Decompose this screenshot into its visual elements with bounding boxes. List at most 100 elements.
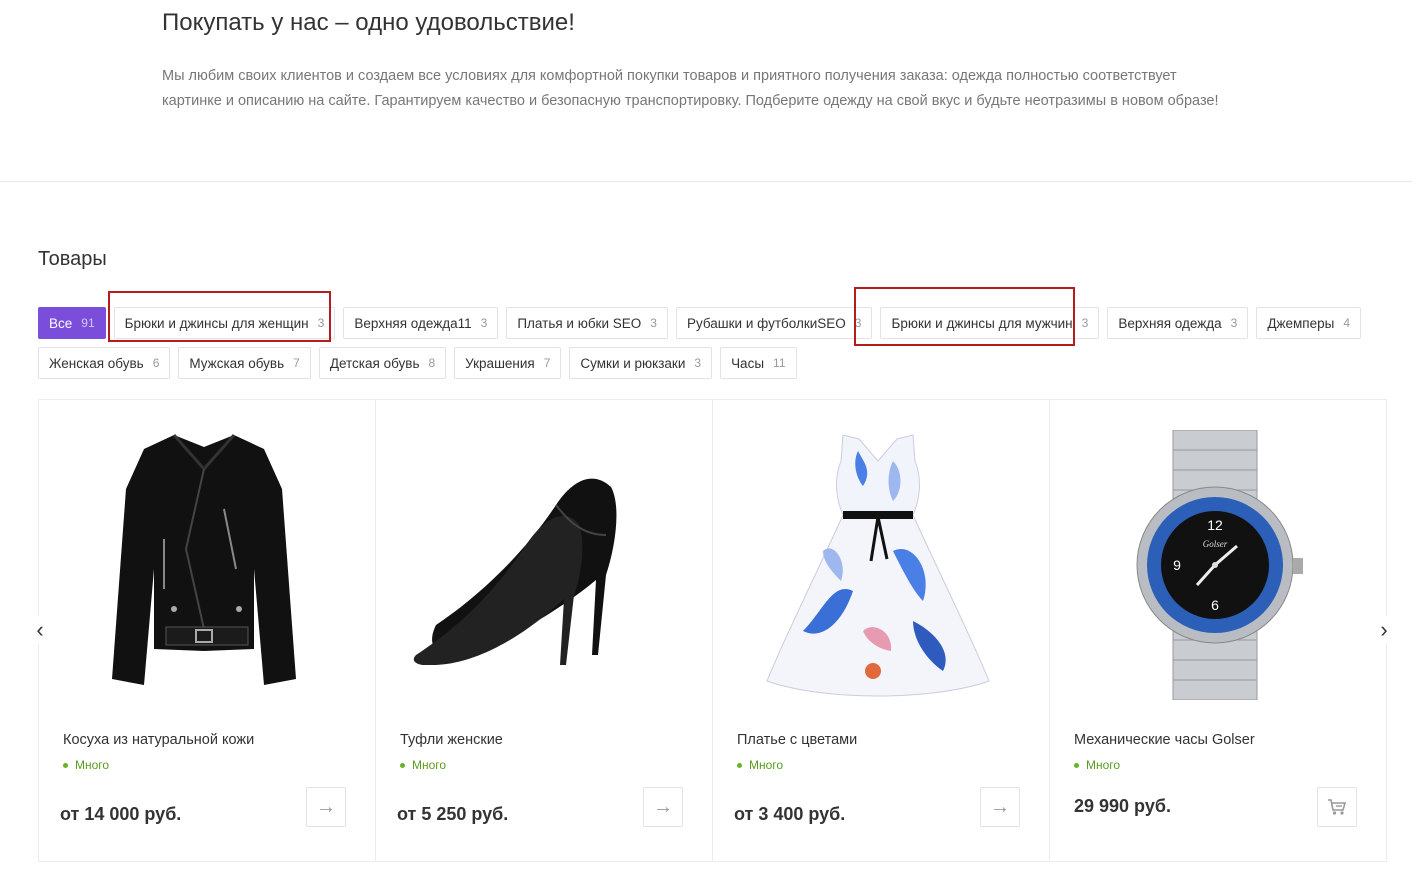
tab-count: 91 bbox=[81, 316, 95, 330]
tab-count: 11 bbox=[773, 356, 786, 370]
product-name[interactable]: Туфли женские bbox=[400, 732, 503, 748]
tab-count: 3 bbox=[650, 316, 657, 330]
stock-dot-icon bbox=[1074, 762, 1079, 768]
tab-row-2: Женская обувь 6 Мужская обувь 7 Детская об… bbox=[38, 347, 1338, 379]
product-price: от 5 250 руб. bbox=[397, 804, 509, 824]
tab-watches[interactable]: Часы 11 bbox=[720, 347, 797, 379]
stock-status: Много bbox=[737, 758, 783, 772]
product-card[interactable]: Платье с цветами Много от 3 400 руб. → bbox=[713, 400, 1050, 861]
tab-mens-shoes[interactable]: Мужская обувь 7 bbox=[178, 347, 311, 379]
arrow-right-icon: → bbox=[653, 795, 673, 818]
product-image[interactable] bbox=[401, 425, 681, 705]
tab-all[interactable]: Все 91 bbox=[38, 307, 106, 339]
stock-dot-icon bbox=[400, 762, 405, 768]
product-image[interactable]: 12 6 9 Golser bbox=[1075, 425, 1355, 705]
watch-dial-9: 9 bbox=[1173, 557, 1181, 573]
carousel-next-button[interactable]: › bbox=[1372, 616, 1396, 644]
dress-image bbox=[766, 434, 990, 697]
product-name[interactable]: Платье с цветами bbox=[737, 732, 857, 748]
tab-count: 3 bbox=[1081, 316, 1089, 330]
tab-count: 8 bbox=[428, 356, 436, 370]
tab-count: 3 bbox=[854, 316, 862, 330]
tab-count: 4 bbox=[1343, 316, 1351, 330]
product-image[interactable] bbox=[64, 425, 344, 705]
tab-outerwear-11[interactable]: Верхняя одежда11 3 bbox=[343, 307, 499, 339]
tab-label: Женская обувь bbox=[49, 355, 144, 371]
carousel-prev-button[interactable]: ‹ bbox=[28, 616, 52, 644]
product-price: от 14 000 руб. bbox=[60, 804, 182, 824]
product-card[interactable]: Туфли женские Много от 5 250 руб. → bbox=[376, 400, 713, 861]
tab-label: Верхняя одежда bbox=[1118, 315, 1222, 331]
tab-dresses-skirts[interactable]: Платья и юбки SEO 3 bbox=[506, 307, 668, 339]
product-name[interactable]: Механические часы Golser bbox=[1074, 732, 1255, 748]
watch-brand-text: Golser bbox=[1203, 539, 1228, 549]
tab-label: Джемперы bbox=[1267, 315, 1335, 331]
tab-womens-shoes[interactable]: Женская обувь 6 bbox=[38, 347, 171, 379]
tab-count: 7 bbox=[543, 356, 551, 370]
tab-label: Мужская обувь bbox=[189, 355, 285, 371]
stock-status: Много bbox=[63, 758, 109, 772]
details-button[interactable]: → bbox=[306, 787, 346, 827]
tab-jewelry[interactable]: Украшения 7 bbox=[454, 347, 562, 379]
product-image[interactable] bbox=[738, 425, 1018, 705]
details-button[interactable]: → bbox=[980, 787, 1020, 827]
product-card[interactable]: 12 6 9 Golser Механические часы Golser М… bbox=[1050, 400, 1386, 861]
intro-text: Мы любим своих клиентов и создаем все ус… bbox=[162, 64, 1272, 114]
tab-count: 6 bbox=[152, 356, 160, 370]
tab-count: 3 bbox=[317, 316, 325, 330]
category-tabs: Все 91 Брюки и джинсы для женщин 3 Верхняя… bbox=[38, 307, 1362, 387]
product-card[interactable]: Косуха из натуральной кожи Много от 14 0… bbox=[39, 400, 376, 861]
stock-status: Много bbox=[1074, 758, 1120, 772]
tab-sweaters[interactable]: Джемперы 4 bbox=[1256, 307, 1362, 339]
add-to-cart-button[interactable] bbox=[1317, 787, 1357, 827]
tab-label: Все bbox=[49, 315, 73, 331]
chevron-right-icon: › bbox=[1380, 617, 1388, 642]
tab-label: Сумки и рюкзаки bbox=[580, 355, 686, 371]
watch-dial-12: 12 bbox=[1207, 517, 1223, 533]
stock-label: Много bbox=[1086, 758, 1121, 772]
arrow-right-icon: → bbox=[316, 795, 336, 818]
product-carousel: Косуха из натуральной кожи Много от 14 0… bbox=[38, 399, 1387, 862]
stock-label: Много bbox=[412, 758, 447, 772]
tab-bags[interactable]: Сумки и рюкзаки 3 bbox=[569, 347, 713, 379]
tab-label: Детская обувь bbox=[329, 355, 420, 371]
tab-shirts[interactable]: Рубашки и футболкиSEO 3 bbox=[675, 307, 873, 339]
jacket-image bbox=[112, 434, 296, 685]
tab-outerwear[interactable]: Верхняя одежда 3 bbox=[1107, 307, 1249, 339]
tab-label: Платья и юбки SEO bbox=[517, 315, 642, 331]
stock-label: Много bbox=[749, 758, 784, 772]
arrow-right-icon: → bbox=[990, 795, 1010, 818]
intro-title: Покупать у нас – одно удовольствие! bbox=[162, 9, 575, 36]
tab-count: 3 bbox=[1230, 316, 1238, 330]
cart-icon bbox=[1328, 799, 1347, 815]
product-price: от 3 400 руб. bbox=[734, 804, 846, 824]
tab-kids-shoes[interactable]: Детская обувь 8 bbox=[318, 347, 447, 379]
section-title: Товары bbox=[38, 248, 107, 270]
intro-text-line-2: картинке и описанию на сайте. Гарантируе… bbox=[162, 93, 1219, 109]
watch-image: 12 6 9 Golser bbox=[1136, 430, 1303, 700]
stock-label: Много bbox=[75, 758, 110, 772]
details-button[interactable]: → bbox=[643, 787, 683, 827]
tab-label: Рубашки и футболкиSEO bbox=[686, 315, 846, 331]
tab-label: Украшения bbox=[465, 355, 535, 371]
tab-label: Брюки и джинсы для женщин bbox=[124, 315, 309, 331]
tab-mens-trousers[interactable]: Брюки и джинсы для мужчин 3 bbox=[880, 307, 1100, 339]
stock-dot-icon bbox=[63, 762, 68, 768]
section-divider bbox=[0, 181, 1412, 182]
tab-count: 3 bbox=[480, 316, 488, 330]
stock-status: Много bbox=[400, 758, 446, 772]
tab-label: Часы bbox=[731, 355, 765, 371]
product-price: 29 990 руб. bbox=[1074, 796, 1171, 816]
tab-label: Верхняя одежда11 bbox=[354, 315, 472, 331]
tab-count: 3 bbox=[694, 356, 702, 370]
intro-block: Покупать у нас – одно удовольствие! Мы л… bbox=[162, 8, 1272, 114]
tab-count: 7 bbox=[293, 356, 300, 370]
product-name[interactable]: Косуха из натуральной кожи bbox=[63, 732, 254, 748]
tab-row-1: Все 91 Брюки и джинсы для женщин 3 Верхняя… bbox=[38, 307, 1362, 339]
chevron-left-icon: ‹ bbox=[36, 617, 44, 642]
tab-label: Брюки и джинсы для мужчин bbox=[891, 315, 1073, 331]
watch-dial-6: 6 bbox=[1211, 597, 1219, 613]
intro-text-line-1: Мы любим своих клиентов и создаем все ус… bbox=[162, 68, 1177, 84]
shoes-image bbox=[413, 478, 617, 665]
tab-womens-trousers[interactable]: Брюки и джинсы для женщин 3 bbox=[113, 307, 336, 339]
